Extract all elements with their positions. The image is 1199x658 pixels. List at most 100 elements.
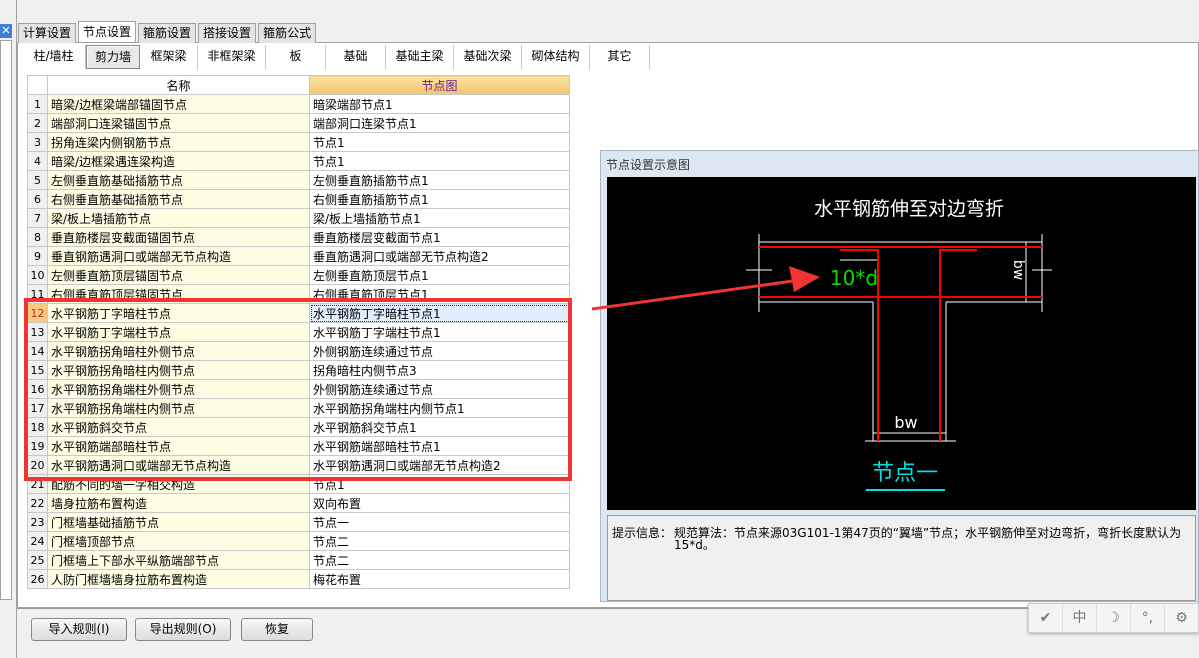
diagram-panel-title: 节点设置示意图 (606, 158, 691, 172)
row-node-value[interactable]: 端部洞口连梁节点1 (309, 113, 570, 133)
row-name: 右侧垂直筋基础插筋节点 (47, 189, 310, 209)
row-name: 门框墙上下部水平纵筋端部节点 (47, 550, 310, 570)
ime-skin-icon[interactable]: ✔ (1029, 604, 1063, 632)
row-number: 6 (27, 189, 48, 209)
row-node-value[interactable]: 节点1 (309, 151, 570, 171)
row-number-header (27, 75, 48, 95)
hint-text: 规范算法：节点来源03G101-1第47页的“翼墙”节点；水平钢筋伸至对边弯折，… (674, 526, 1182, 552)
sub-tab[interactable]: 框架梁 (140, 45, 198, 69)
sub-tab[interactable]: 基础 (326, 45, 386, 69)
sub-tab[interactable]: 非框架梁 (198, 45, 266, 69)
bw-label-side: bw (1010, 260, 1026, 280)
table-row[interactable]: 9 垂直钢筋遇洞口或端部无节点构造 垂直筋遇洞口或端部无节点构造2 (27, 246, 570, 266)
name-column-header: 名称 (47, 75, 310, 95)
top-tab[interactable]: 节点设置 (78, 21, 137, 42)
row-node-value[interactable]: 左侧垂直筋插筋节点1 (309, 170, 570, 190)
row-node-value[interactable]: 节点二 (309, 550, 570, 570)
row-name: 梁/板上墙插筋节点 (47, 208, 310, 228)
row-number: 22 (27, 493, 48, 513)
row-number: 4 (27, 151, 48, 171)
table-row[interactable]: 7 梁/板上墙插筋节点 梁/板上墙插筋节点1 (27, 208, 570, 228)
table-row[interactable]: 6 右侧垂直筋基础插筋节点 右侧垂直筋插筋节点1 (27, 189, 570, 209)
row-name: 左侧垂直筋顶层锚固节点 (47, 265, 310, 285)
row-name: 暗梁/边框梁端部锚固节点 (47, 94, 310, 114)
table-row[interactable]: 25 门框墙上下部水平纵筋端部节点 节点二 (27, 550, 570, 570)
sub-tab[interactable]: 剪力墙 (86, 45, 140, 69)
close-icon[interactable]: ✕ (0, 24, 12, 38)
row-node-value[interactable]: 双向布置 (309, 493, 570, 513)
row-name: 垂直筋楼层变截面锚固节点 (47, 227, 310, 247)
top-tab[interactable]: 计算设置 (18, 23, 77, 43)
row-number: 5 (27, 170, 48, 190)
row-number: 3 (27, 132, 48, 152)
annotation-arrow (591, 266, 820, 311)
row-number: 26 (27, 569, 48, 589)
ime-chinese-mode-icon[interactable]: 中 (1063, 604, 1097, 632)
import-rules-button[interactable]: 导入规则(I) (31, 618, 127, 641)
row-node-value[interactable]: 节点1 (309, 132, 570, 152)
row-node-value[interactable]: 节点一 (309, 512, 570, 532)
sub-tabs: 柱/墙柱 剪力墙 框架梁 非框架梁板基础 基础主梁 基础次梁 砌体结构 其它 (22, 45, 650, 69)
ime-moon-icon[interactable]: ☽ (1097, 604, 1131, 632)
row-node-value[interactable]: 暗梁端部节点1 (309, 94, 570, 114)
row-name: 门框墙顶部节点 (47, 531, 310, 551)
diagram-canvas: 水平钢筋伸至对边弯折 10*d bw bw 节点一 (607, 177, 1196, 510)
sub-tab[interactable]: 砌体结构 (522, 45, 590, 69)
row-number: 10 (27, 265, 48, 285)
ime-toolbar: ✔ 中 ☽ °, ⚙ (1028, 603, 1199, 633)
ime-punctuation-icon[interactable]: °, (1131, 604, 1165, 632)
hint-box: 提示信息： 规范算法：节点来源03G101-1第47页的“翼墙”节点；水平钢筋伸… (607, 515, 1196, 601)
row-number: 8 (27, 227, 48, 247)
sub-tab[interactable]: 板 (266, 45, 326, 69)
table-row[interactable]: 1 暗梁/边框梁端部锚固节点 暗梁端部节点1 (27, 94, 570, 114)
row-number: 25 (27, 550, 48, 570)
top-tab[interactable]: 箍筋设置 (138, 23, 197, 43)
table-row[interactable]: 8 垂直筋楼层变截面锚固节点 垂直筋楼层变截面节点1 (27, 227, 570, 247)
table-row[interactable]: 26 人防门框墙墙身拉筋布置构造 梅花布置 (27, 569, 570, 589)
row-number: 23 (27, 512, 48, 532)
top-tab[interactable]: 箍筋公式 (258, 23, 317, 43)
table-row[interactable]: 4 暗梁/边框梁遇连梁构造 节点1 (27, 151, 570, 171)
row-number: 24 (27, 531, 48, 551)
restore-button[interactable]: 恢复 (241, 618, 313, 641)
row-number: 9 (27, 246, 48, 266)
table-row[interactable]: 2 端部洞口连梁锚固节点 端部洞口连梁节点1 (27, 113, 570, 133)
table-row[interactable]: 23 门框墙基础插筋节点 节点一 (27, 512, 570, 532)
bw-label-bottom: bw (894, 413, 917, 432)
row-node-value[interactable]: 垂直筋遇洞口或端部无节点构造2 (309, 246, 570, 266)
row-node-value[interactable]: 梁/板上墙插筋节点1 (309, 208, 570, 228)
table-header: 名称 节点图 (27, 75, 570, 95)
sub-tab[interactable]: 基础次梁 (454, 45, 522, 69)
table-row[interactable]: 24 门框墙顶部节点 节点二 (27, 531, 570, 551)
row-node-value[interactable]: 梅花布置 (309, 569, 570, 589)
dimension-label-10d: 10*d (830, 266, 878, 290)
divider (17, 608, 1199, 609)
node-column-header: 节点图 (309, 75, 570, 95)
row-node-value[interactable]: 左侧垂直筋顶层节点1 (309, 265, 570, 285)
hint-label: 提示信息： (612, 526, 673, 540)
top-tab[interactable]: 搭接设置 (198, 23, 257, 43)
top-tabs: 计算设置 节点设置 箍筋设置 搭接设置 箍筋公式 (18, 21, 318, 43)
left-panel (0, 40, 12, 600)
ime-settings-gear-icon[interactable]: ⚙ (1165, 604, 1198, 632)
sub-tab[interactable]: 其它 (590, 45, 650, 69)
table-row[interactable]: 3 拐角连梁内侧钢筋节点 节点1 (27, 132, 570, 152)
row-node-value[interactable]: 垂直筋楼层变截面节点1 (309, 227, 570, 247)
row-name: 墙身拉筋布置构造 (47, 493, 310, 513)
export-rules-button[interactable]: 导出规则(O) (135, 618, 231, 641)
node-diagram: 水平钢筋伸至对边弯折 10*d bw bw 节点一 (746, 198, 1052, 491)
table-row[interactable]: 10 左侧垂直筋顶层锚固节点 左侧垂直筋顶层节点1 (27, 265, 570, 285)
row-node-value[interactable]: 右侧垂直筋插筋节点1 (309, 189, 570, 209)
row-number: 7 (27, 208, 48, 228)
row-node-value[interactable]: 节点二 (309, 531, 570, 551)
table-row[interactable]: 22 墙身拉筋布置构造 双向布置 (27, 493, 570, 513)
node-label: 节点一 (872, 461, 938, 486)
table-row[interactable]: 5 左侧垂直筋基础插筋节点 左侧垂直筋插筋节点1 (27, 170, 570, 190)
highlight-annotation-box (24, 298, 572, 481)
sub-tab[interactable]: 基础主梁 (386, 45, 454, 69)
row-name: 左侧垂直筋基础插筋节点 (47, 170, 310, 190)
row-name: 端部洞口连梁锚固节点 (47, 113, 310, 133)
row-name: 门框墙基础插筋节点 (47, 512, 310, 532)
row-name: 垂直钢筋遇洞口或端部无节点构造 (47, 246, 310, 266)
sub-tab[interactable]: 柱/墙柱 (22, 45, 86, 69)
